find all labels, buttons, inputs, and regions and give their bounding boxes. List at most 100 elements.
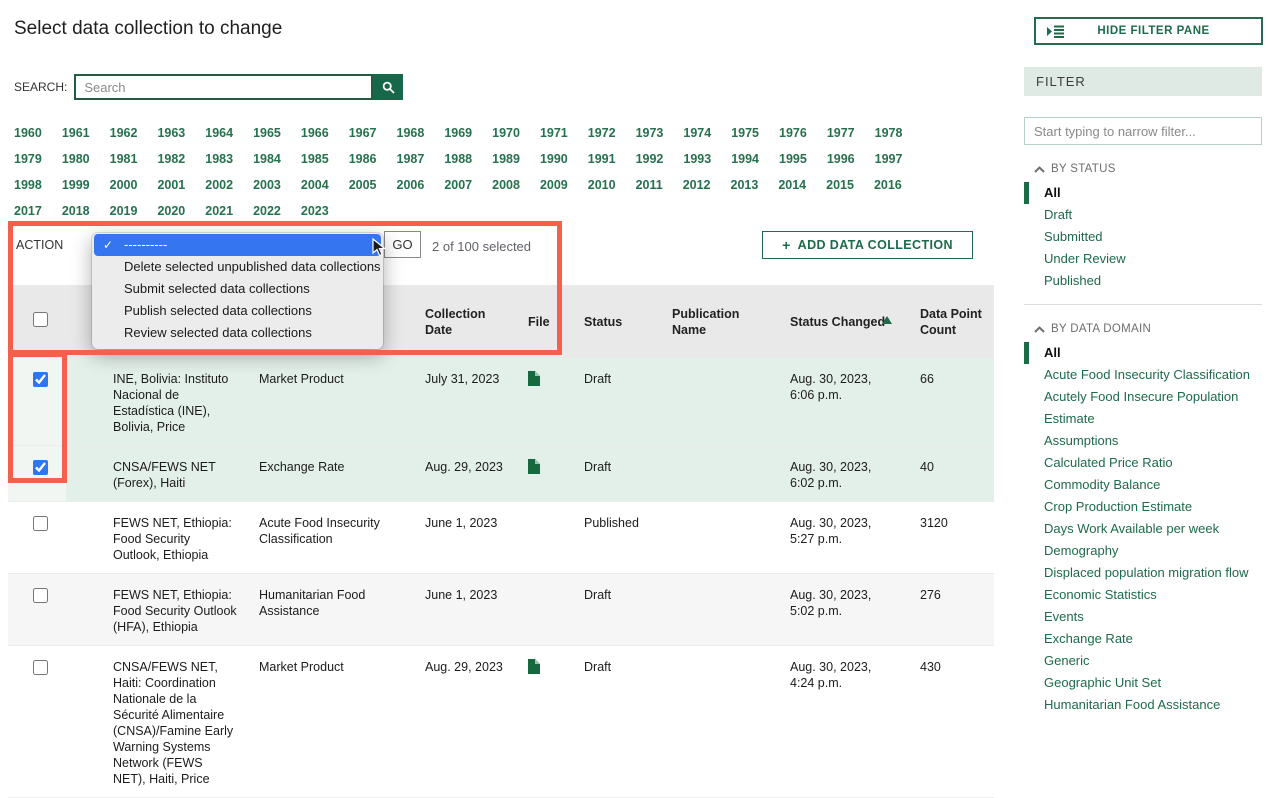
year-link[interactable]: 1983 xyxy=(205,146,233,172)
filter-section-by-status[interactable]: BY STATUS xyxy=(1034,163,1262,175)
year-link[interactable]: 2015 xyxy=(826,172,854,198)
filter-option-link[interactable]: Geographic Unit Set xyxy=(1044,675,1161,690)
go-button[interactable]: GO xyxy=(384,231,421,258)
filter-option-link[interactable]: Published xyxy=(1044,273,1101,288)
year-link[interactable]: 1975 xyxy=(731,120,759,146)
row-checkbox[interactable] xyxy=(33,460,48,475)
hide-filter-pane-button[interactable]: HIDE FILTER PANE xyxy=(1034,17,1263,45)
year-link[interactable]: 2006 xyxy=(397,172,425,198)
filter-option-link[interactable]: All xyxy=(1044,345,1061,360)
action-dropdown-option[interactable]: ✓ Submit selected data collections xyxy=(94,278,381,300)
row-checkbox[interactable] xyxy=(33,372,48,387)
filter-option-link[interactable]: Calculated Price Ratio xyxy=(1044,455,1173,470)
filter-option-link[interactable]: Economic Statistics xyxy=(1044,587,1157,602)
action-dropdown-option[interactable]: ✓ Delete selected unpublished data colle… xyxy=(94,256,381,278)
action-dropdown-option[interactable]: ✓ ---------- xyxy=(94,234,381,256)
year-link[interactable]: 1987 xyxy=(397,146,425,172)
year-link[interactable]: 2018 xyxy=(62,198,90,224)
year-link[interactable]: 1988 xyxy=(444,146,472,172)
year-link[interactable]: 2000 xyxy=(110,172,138,198)
filter-option-link[interactable]: Under Review xyxy=(1044,251,1126,266)
filter-option[interactable]: Generic xyxy=(1024,650,1262,672)
filter-option[interactable]: Events xyxy=(1024,606,1262,628)
year-link[interactable]: 1998 xyxy=(14,172,42,198)
row-checkbox[interactable] xyxy=(33,588,48,603)
filter-option[interactable]: Days Work Available per week xyxy=(1024,518,1262,540)
year-link[interactable]: 1980 xyxy=(62,146,90,172)
filter-option[interactable]: All xyxy=(1024,342,1262,364)
year-link[interactable]: 1968 xyxy=(397,120,425,146)
filter-section-by-data-domain[interactable]: BY DATA DOMAIN xyxy=(1034,323,1262,335)
year-link[interactable]: 1989 xyxy=(492,146,520,172)
year-link[interactable]: 1969 xyxy=(444,120,472,146)
year-link[interactable]: 1967 xyxy=(349,120,377,146)
filter-option[interactable]: Acutely Food Insecure Population Estimat… xyxy=(1024,386,1262,430)
year-link[interactable]: 2004 xyxy=(301,172,329,198)
filter-option[interactable]: Acute Food Insecurity Classification xyxy=(1024,364,1262,386)
filter-option[interactable]: Crop Production Estimate xyxy=(1024,496,1262,518)
search-input[interactable] xyxy=(74,74,373,100)
year-link[interactable]: 2001 xyxy=(157,172,185,198)
year-link[interactable]: 1963 xyxy=(157,120,185,146)
filter-option-link[interactable]: Exchange Rate xyxy=(1044,631,1133,646)
filter-option-link[interactable]: Generic xyxy=(1044,653,1090,668)
year-link[interactable]: 1990 xyxy=(540,146,568,172)
filter-option-link[interactable]: Crop Production Estimate xyxy=(1044,499,1192,514)
year-link[interactable]: 1970 xyxy=(492,120,520,146)
filter-option-link[interactable]: Displaced population migration flow xyxy=(1044,565,1249,580)
year-link[interactable]: 1982 xyxy=(157,146,185,172)
year-link[interactable]: 1997 xyxy=(875,146,903,172)
add-data-collection-button[interactable]: + ADD DATA COLLECTION xyxy=(762,231,973,259)
year-link[interactable]: 1981 xyxy=(110,146,138,172)
year-link[interactable]: 1977 xyxy=(827,120,855,146)
year-link[interactable]: 1993 xyxy=(683,146,711,172)
sort-ascending-icon[interactable] xyxy=(882,316,892,324)
column-header-collection-date[interactable]: Collection Date xyxy=(413,285,516,358)
year-link[interactable]: 2011 xyxy=(636,172,663,198)
year-link[interactable]: 2016 xyxy=(874,172,902,198)
row-checkbox[interactable] xyxy=(33,516,48,531)
year-link[interactable]: 2014 xyxy=(778,172,806,198)
filter-option[interactable]: Calculated Price Ratio xyxy=(1024,452,1262,474)
filter-option[interactable]: Demography xyxy=(1024,540,1262,562)
year-link[interactable]: 1976 xyxy=(779,120,807,146)
year-link[interactable]: 1973 xyxy=(636,120,664,146)
year-link[interactable]: 1974 xyxy=(683,120,711,146)
year-link[interactable]: 2007 xyxy=(444,172,472,198)
year-link[interactable]: 1962 xyxy=(110,120,138,146)
year-link[interactable]: 1972 xyxy=(588,120,616,146)
column-header-file[interactable]: File xyxy=(516,285,572,358)
year-link[interactable]: 1999 xyxy=(62,172,90,198)
year-link[interactable]: 1985 xyxy=(301,146,329,172)
year-link[interactable]: 1964 xyxy=(205,120,233,146)
year-link[interactable]: 2005 xyxy=(349,172,377,198)
row-checkbox[interactable] xyxy=(33,660,48,675)
filter-option-link[interactable]: Acutely Food Insecure Population Estimat… xyxy=(1044,389,1238,426)
file-icon[interactable] xyxy=(528,659,540,678)
filter-option[interactable]: Submitted xyxy=(1024,226,1262,248)
filter-option-link[interactable]: Draft xyxy=(1044,207,1072,222)
year-link[interactable]: 1966 xyxy=(301,120,329,146)
search-button[interactable] xyxy=(373,74,403,100)
year-link[interactable]: 1986 xyxy=(349,146,377,172)
year-link[interactable]: 2022 xyxy=(253,198,281,224)
filter-option[interactable]: Published xyxy=(1024,270,1262,292)
year-link[interactable]: 1994 xyxy=(731,146,759,172)
year-link[interactable]: 1992 xyxy=(636,146,664,172)
column-header-data-point-count[interactable]: Data Point Count xyxy=(908,285,994,358)
filter-option-link[interactable]: Acute Food Insecurity Classification xyxy=(1044,367,1250,382)
action-dropdown-option[interactable]: ✓ Publish selected data collections xyxy=(94,300,381,322)
action-dropdown-option[interactable]: ✓ Review selected data collections xyxy=(94,322,381,344)
year-link[interactable]: 2008 xyxy=(492,172,520,198)
year-link[interactable]: 2019 xyxy=(110,198,138,224)
year-link[interactable]: 1984 xyxy=(253,146,281,172)
filter-option-link[interactable]: Submitted xyxy=(1044,229,1103,244)
filter-option-link[interactable]: Days Work Available per week xyxy=(1044,521,1219,536)
year-link[interactable]: 1996 xyxy=(827,146,855,172)
year-link[interactable]: 1971 xyxy=(540,120,568,146)
filter-search-input[interactable] xyxy=(1024,117,1262,145)
year-link[interactable]: 2010 xyxy=(588,172,616,198)
year-link[interactable]: 1991 xyxy=(588,146,616,172)
filter-option[interactable]: Economic Statistics xyxy=(1024,584,1262,606)
year-link[interactable]: 2021 xyxy=(205,198,233,224)
